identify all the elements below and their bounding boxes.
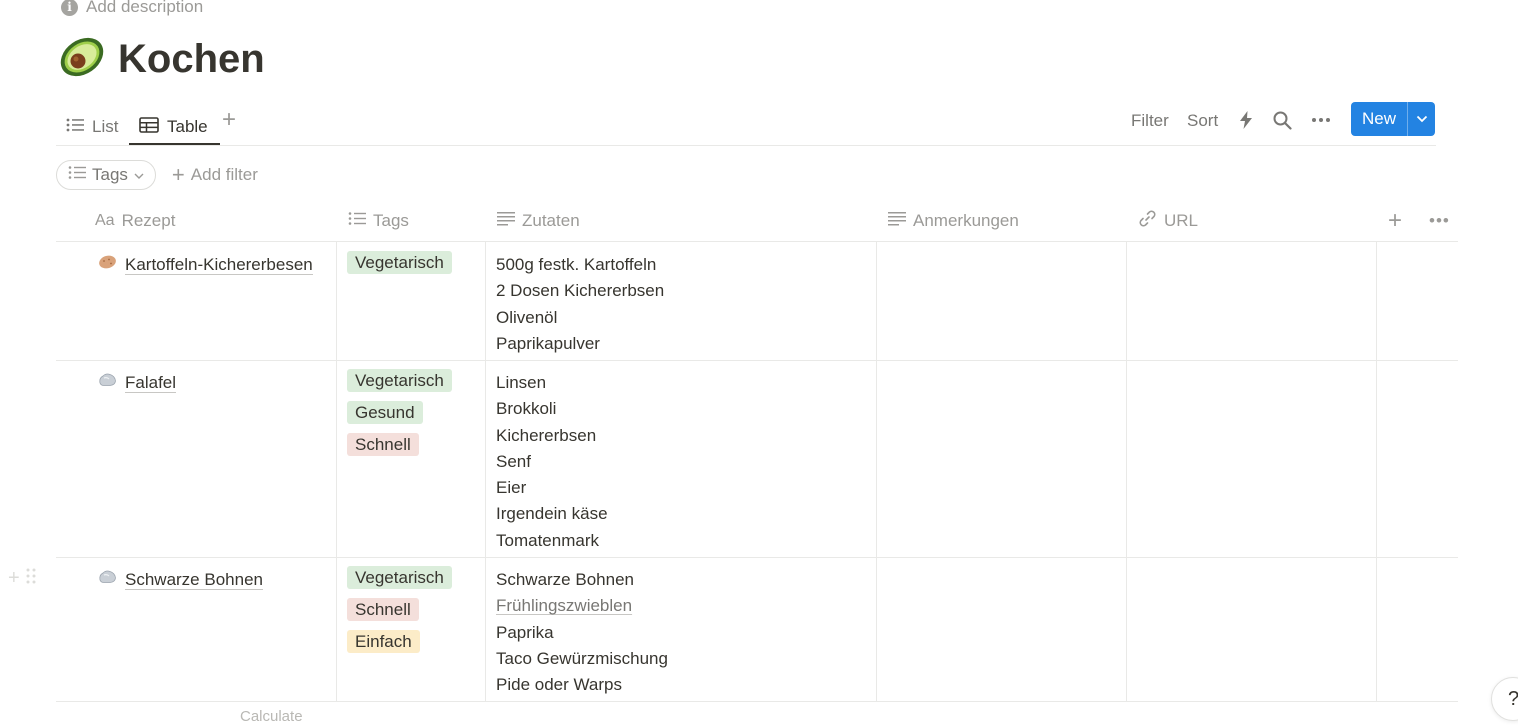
filter-bar: Tags + Add filter: [56, 160, 258, 190]
tab-table[interactable]: Table: [129, 110, 220, 145]
table-row[interactable]: Schwarze Bohnen Vegetarisch Schnell Einf…: [56, 557, 1458, 702]
row-ingredients[interactable]: Linsen Brokkoli Kichererbsen Senf Eier I…: [496, 370, 608, 554]
chevron-down-icon: [134, 165, 144, 185]
ingredient: Schwarze Bohnen: [496, 570, 634, 589]
tag: Einfach: [347, 630, 420, 653]
column-header-rezept[interactable]: Aa Rezept: [95, 201, 175, 241]
drag-handle-icon[interactable]: [26, 567, 36, 590]
new-button[interactable]: New: [1351, 102, 1408, 136]
row-name[interactable]: Falafel: [98, 372, 177, 393]
tab-list[interactable]: List: [66, 110, 118, 144]
text-lines-icon: [888, 211, 906, 231]
search-icon[interactable]: [1273, 111, 1292, 130]
tag: Schnell: [347, 598, 419, 621]
ingredient: 500g festk. Kartoffeln: [496, 255, 657, 274]
table-icon: [139, 116, 159, 138]
rock-icon: [98, 569, 117, 590]
page-header: Kochen: [58, 34, 265, 85]
add-description[interactable]: i Add description: [61, 0, 203, 17]
row-name-text: Falafel: [125, 372, 177, 393]
row-name[interactable]: Schwarze Bohnen: [98, 569, 263, 590]
column-label: Zutaten: [522, 211, 580, 230]
more-icon[interactable]: •••: [1429, 211, 1450, 231]
column-header-zutaten[interactable]: Zutaten: [497, 201, 580, 241]
text-aa-icon: Aa: [95, 212, 115, 229]
help-button[interactable]: ?: [1491, 677, 1518, 721]
ingredient: Taco Gewürzmischung: [496, 648, 668, 668]
tab-list-label: List: [92, 117, 119, 136]
sort-button[interactable]: Sort: [1187, 111, 1218, 131]
tags-filter-label: Tags: [92, 165, 128, 184]
ingredient: Kichererbsen: [496, 425, 597, 445]
text-lines-icon: [497, 211, 515, 231]
add-column-plus-icon[interactable]: +: [1388, 207, 1402, 235]
info-icon: i: [61, 0, 78, 16]
tag: Schnell: [347, 433, 419, 456]
list-icon: [348, 211, 366, 231]
column-label: Anmerkungen: [913, 211, 1019, 230]
ingredient: Tomatenmark: [496, 530, 599, 550]
row-name-text: Kartoffeln-Kichererbesen: [125, 254, 313, 275]
row-tags[interactable]: Vegetarisch: [347, 251, 452, 274]
link-icon: [1138, 209, 1157, 233]
row-name-text: Schwarze Bohnen: [125, 569, 263, 590]
row-handle[interactable]: +: [8, 567, 36, 590]
column-label: Rezept: [121, 211, 176, 230]
lightning-icon[interactable]: [1239, 111, 1253, 129]
avocado-icon[interactable]: [58, 34, 106, 85]
table-row[interactable]: Falafel Vegetarisch Gesund Schnell Linse…: [56, 360, 1458, 558]
new-button-group: New: [1351, 102, 1435, 136]
ingredient: Pide oder Warps: [496, 675, 622, 695]
list-icon: [68, 165, 86, 185]
ingredient: Senf: [496, 451, 531, 471]
row-ingredients[interactable]: Schwarze Bohnen Frühlingszwieblen Paprik…: [496, 567, 668, 698]
list-icon: [66, 117, 84, 138]
chevron-down-icon[interactable]: [1408, 102, 1435, 136]
tags-filter-chip[interactable]: Tags: [56, 160, 156, 190]
table-row[interactable]: Kartoffeln-Kichererbesen Vegetarisch 500…: [56, 242, 1458, 361]
column-label: Tags: [373, 211, 409, 230]
rock-icon: [98, 372, 117, 393]
ingredient: Eier: [496, 478, 527, 498]
row-name[interactable]: Kartoffeln-Kichererbesen: [98, 254, 313, 275]
tab-table-label: Table: [167, 117, 208, 136]
row-tags[interactable]: Vegetarisch Schnell Einfach: [347, 566, 452, 653]
potato-icon: [98, 254, 117, 275]
column-label: URL: [1164, 211, 1199, 230]
filter-button[interactable]: Filter: [1131, 111, 1169, 131]
ingredient-link-text: Frühlingszwieblen: [496, 596, 633, 616]
view-bar: List Table + Filter Sort New: [56, 100, 1436, 146]
tag: Gesund: [347, 401, 423, 424]
add-view-plus-icon[interactable]: +: [222, 106, 236, 134]
tag: Vegetarisch: [347, 369, 452, 392]
ingredient: 2 Dosen Kichererbsen: [496, 281, 665, 301]
ingredient: Linsen: [496, 373, 547, 392]
table-header: Aa Rezept Tags Zutaten Anmerkungen URL +…: [56, 201, 1458, 242]
ingredient-link[interactable]: Frühlingszwieblen: [496, 593, 668, 619]
add-filter-button[interactable]: + Add filter: [172, 162, 258, 188]
column-header-tags[interactable]: Tags: [348, 201, 409, 241]
ingredient: Brokkoli: [496, 399, 557, 419]
ingredient: Paprika: [496, 622, 554, 642]
ingredient: Olivenöl: [496, 307, 558, 327]
tag: Vegetarisch: [347, 566, 452, 589]
row-ingredients[interactable]: 500g festk. Kartoffeln 2 Dosen Kichererb…: [496, 252, 664, 357]
page-title[interactable]: Kochen: [118, 37, 265, 82]
column-header-url[interactable]: URL: [1138, 201, 1198, 241]
row-tags[interactable]: Vegetarisch Gesund Schnell: [347, 369, 452, 456]
ingredient: Irgendein käse: [496, 504, 608, 524]
more-icon[interactable]: [1311, 117, 1331, 123]
add-filter-label: Add filter: [190, 165, 258, 184]
plus-icon: +: [171, 162, 185, 187]
tag: Vegetarisch: [347, 251, 452, 274]
ingredient: Paprikapulver: [496, 333, 600, 353]
description-placeholder: Add description: [86, 0, 204, 16]
add-row-plus-icon[interactable]: +: [8, 567, 20, 590]
column-header-anmerkungen[interactable]: Anmerkungen: [888, 201, 1019, 241]
